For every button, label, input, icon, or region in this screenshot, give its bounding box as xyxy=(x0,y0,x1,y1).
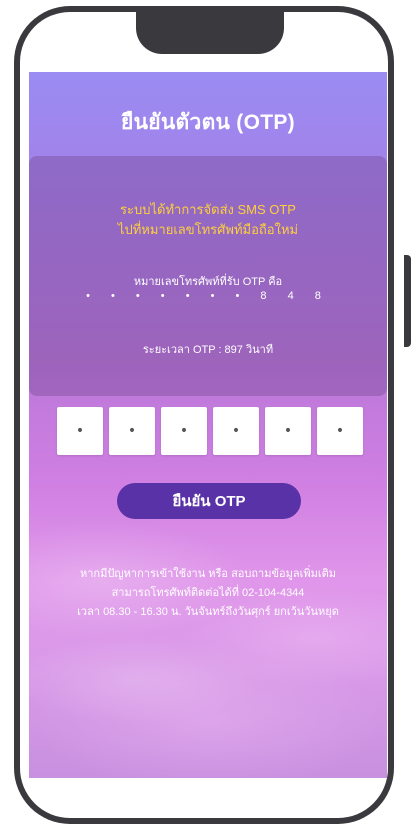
help-line3: เวลา 08.30 - 16.30 น. วันจันทร์ถึงวันศุก… xyxy=(77,606,339,618)
otp-digit-input-1[interactable]: • xyxy=(57,407,103,455)
page: ยืนยันตัวตน (OTP) ระบบได้ทำการจัดส่ง SMS… xyxy=(0,0,411,828)
sms-sent-message: ระบบได้ทำการจัดส่ง SMS OTP ไปที่หมายเลขโ… xyxy=(29,200,387,240)
otp-digit-input-6[interactable]: • xyxy=(317,407,363,455)
otp-timer: ระยะเวลา OTP : 897 วินาที xyxy=(142,344,274,356)
phone-notch xyxy=(136,12,284,54)
phone-number-label: หมายเลขโทรศัพท์ที่รับ OTP คือ xyxy=(133,276,283,288)
otp-digit-input-4[interactable]: • xyxy=(213,407,259,455)
confirm-otp-button[interactable]: ยืนยัน OTP xyxy=(117,483,301,519)
otp-digit-input-5[interactable]: • xyxy=(265,407,311,455)
otp-digit-input-3[interactable]: • xyxy=(161,407,207,455)
help-line2: สามารถโทรศัพท์ติดต่อได้ที่ 02-104-4344 xyxy=(111,587,305,599)
page-title: ยืนยันตัวตน (OTP) xyxy=(121,111,295,134)
otp-info-card: ระบบได้ทำการจัดส่ง SMS OTP ไปที่หมายเลขโ… xyxy=(29,156,387,396)
sms-message-line1: ระบบได้ทำการจัดส่ง SMS OTP xyxy=(120,202,296,217)
otp-input-row: • • • • • • xyxy=(57,407,363,457)
help-line1: หากมีปัญหาการเข้าใช้งาน หรือ สอบถามข้อมู… xyxy=(79,568,337,580)
help-contact-text: หากมีปัญหาการเข้าใช้งาน หรือ สอบถามข้อมู… xyxy=(29,565,387,622)
sms-message-line2: ไปที่หมายเลขโทรศัพท์มือถือใหม่ xyxy=(117,222,299,237)
otp-screen: ยืนยันตัวตน (OTP) ระบบได้ทำการจัดส่ง SMS… xyxy=(29,72,387,778)
phone-side-button xyxy=(404,255,411,347)
otp-digit-input-2[interactable]: • xyxy=(109,407,155,455)
masked-phone-number: • • • • • • • 8 4 8 xyxy=(86,290,330,302)
